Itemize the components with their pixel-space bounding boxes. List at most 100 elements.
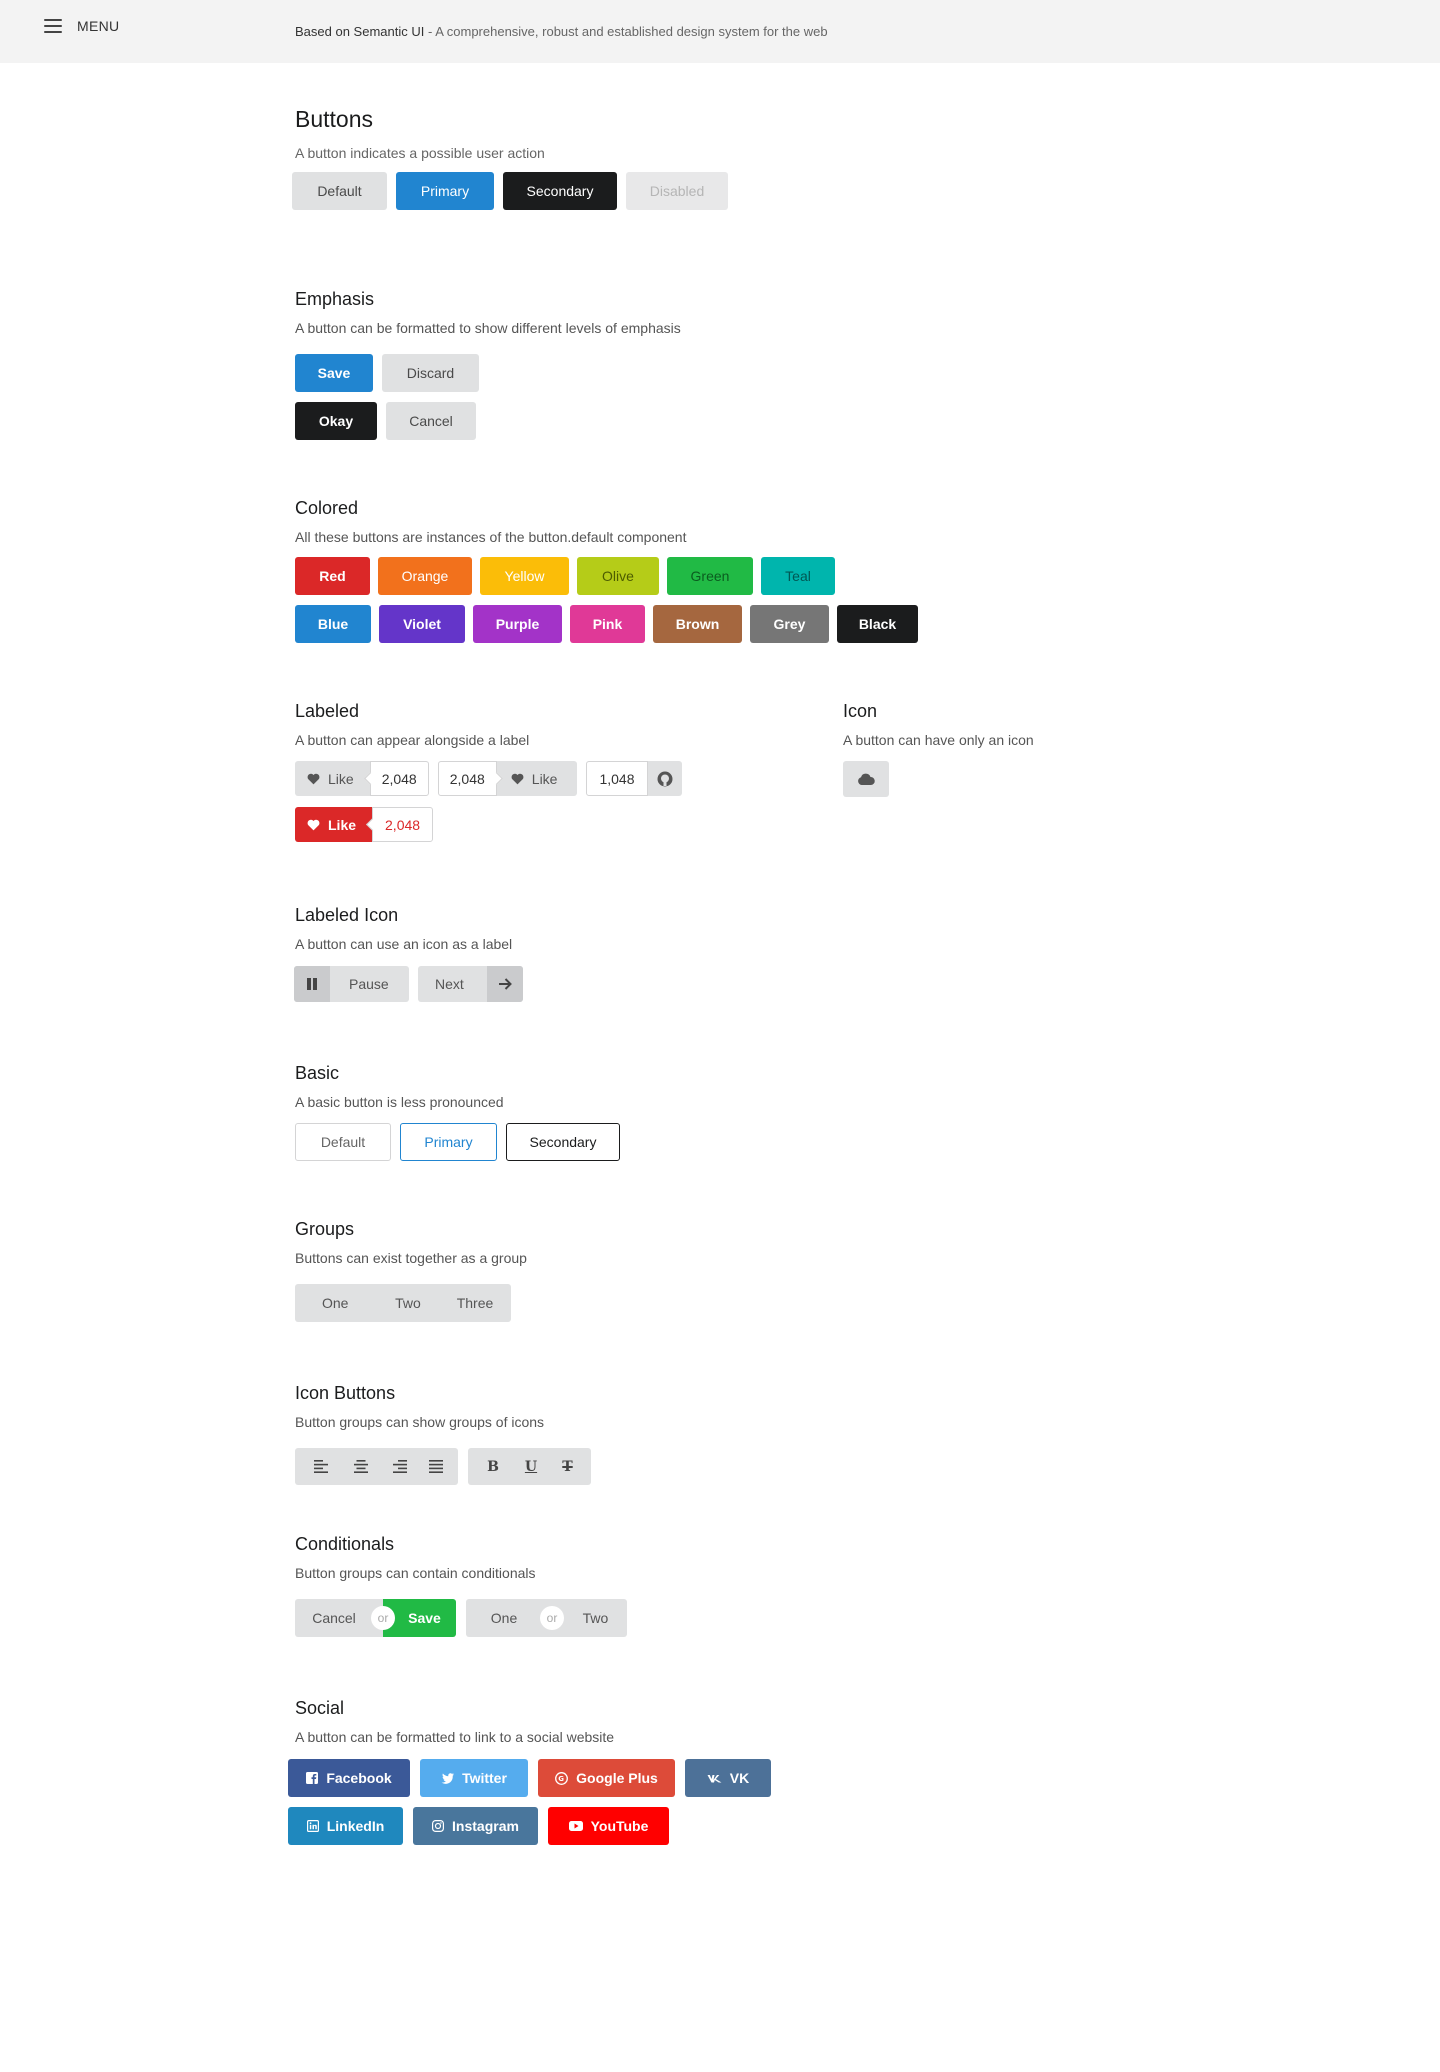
pause-button[interactable]: Pause [294, 966, 409, 1002]
basic-default-button[interactable]: Default [295, 1123, 391, 1161]
cloud-button[interactable] [843, 761, 889, 797]
section-title: Labeled [295, 701, 360, 721]
disabled-button: Disabled [626, 172, 728, 210]
orange-button[interactable]: Orange [378, 557, 472, 595]
group-button-one[interactable]: One [295, 1284, 377, 1322]
button-group: One Two Three [295, 1284, 511, 1322]
section-title: Icon Buttons [295, 1383, 396, 1403]
teal-button[interactable]: Teal [761, 557, 835, 595]
section-description: Buttons can exist together as a group [295, 1250, 527, 1266]
section-description: A button can be formatted to show differ… [295, 320, 681, 336]
instagram-button[interactable]: Instagram [413, 1807, 538, 1845]
okay-button[interactable]: Okay [295, 402, 377, 440]
youtube-icon [568, 1821, 583, 1831]
underline-button[interactable]: U [512, 1448, 550, 1485]
github-labeled-button[interactable]: 1,048 [586, 761, 682, 796]
align-justify-button[interactable] [419, 1448, 458, 1485]
like-button[interactable]: Like [295, 761, 370, 796]
section-description: Button groups can contain conditionals [295, 1565, 536, 1581]
black-button[interactable]: Black [837, 605, 918, 643]
basic-secondary-button[interactable]: Secondary [506, 1123, 620, 1161]
like-label: Like [328, 816, 357, 833]
strikethrough-button[interactable]: T [550, 1448, 591, 1485]
alignment-button-group [295, 1448, 458, 1485]
heart-icon [511, 773, 524, 784]
tagline-text: - A comprehensive, robust and establishe… [424, 24, 828, 39]
top-bar: MENU Based on Semantic UI - A comprehens… [0, 0, 1440, 63]
section-title: Groups [295, 1219, 355, 1239]
align-right-icon [392, 1460, 407, 1473]
next-button[interactable]: Next [418, 966, 523, 1002]
like-count: 2,048 [369, 761, 429, 796]
menu-button[interactable]: MENU [44, 18, 119, 34]
facebook-button[interactable]: Facebook [288, 1759, 410, 1797]
instagram-icon [432, 1820, 445, 1832]
section-title: Colored [295, 498, 359, 518]
heart-icon [307, 819, 320, 830]
like-button[interactable]: Like [496, 761, 578, 796]
left-labeled-like-button[interactable]: 2,048 Like [437, 761, 578, 796]
red-button[interactable]: Red [295, 557, 370, 595]
svg-text:G: G [558, 1775, 564, 1783]
hamburger-icon [44, 19, 62, 33]
youtube-button[interactable]: YouTube [548, 1807, 669, 1845]
next-label: Next [435, 976, 464, 992]
group-button-two[interactable]: Two [377, 1284, 439, 1322]
blue-button[interactable]: Blue [295, 605, 371, 643]
section-labeled-icon: Labeled Icon A button can use an icon as… [294, 905, 523, 1002]
purple-button[interactable]: Purple [473, 605, 562, 643]
section-title: Labeled Icon [295, 905, 399, 925]
google-plus-icon: G [555, 1771, 569, 1785]
github-button[interactable] [647, 761, 682, 796]
olive-button[interactable]: Olive [577, 557, 659, 595]
align-right-button[interactable] [380, 1448, 419, 1485]
vk-label: VK [729, 1770, 750, 1786]
vk-icon [707, 1774, 722, 1782]
section-title: Basic [295, 1063, 340, 1083]
conditional-group-one-two: One Two or [466, 1599, 627, 1637]
section-labeled: Labeled A button can appear alongside a … [295, 701, 682, 842]
twitter-button[interactable]: Twitter [420, 1759, 528, 1797]
google-plus-label: Google Plus [576, 1770, 658, 1786]
pink-button[interactable]: Pink [570, 605, 645, 643]
or-divider: or [540, 1606, 564, 1630]
section-description: A basic button is less pronounced [295, 1094, 504, 1110]
brown-button[interactable]: Brown [653, 605, 742, 643]
basic-primary-button[interactable]: Primary [400, 1123, 497, 1161]
section-icon-buttons: Icon Buttons Button groups can show grou… [295, 1383, 591, 1485]
bold-button[interactable]: B [468, 1448, 512, 1485]
group-button-three[interactable]: Three [439, 1284, 511, 1322]
section-emphasis: Emphasis A button can be formatted to sh… [295, 289, 681, 440]
secondary-button[interactable]: Secondary [503, 172, 617, 210]
cloud-icon [858, 773, 875, 785]
bold-icon: B [487, 1458, 499, 1475]
align-justify-icon [428, 1460, 443, 1473]
default-button[interactable]: Default [292, 172, 387, 210]
facebook-label: Facebook [326, 1770, 392, 1786]
cancel-button[interactable]: Cancel [386, 402, 476, 440]
align-center-button[interactable] [341, 1448, 380, 1485]
align-left-icon [314, 1460, 328, 1473]
like-button[interactable]: Like [295, 807, 373, 842]
red-like-labeled-button[interactable]: Like 2,048 [295, 807, 434, 842]
green-button[interactable]: Green [667, 557, 753, 595]
violet-button[interactable]: Violet [379, 605, 465, 643]
twitter-icon [441, 1772, 455, 1784]
linkedin-label: LinkedIn [326, 1818, 385, 1834]
tagline: Based on Semantic UI - A comprehensive, … [295, 24, 828, 39]
grey-button[interactable]: Grey [750, 605, 829, 643]
linkedin-button[interactable]: LinkedIn [288, 1807, 403, 1845]
google-plus-button[interactable]: G Google Plus [538, 1759, 675, 1797]
primary-button[interactable]: Primary [396, 172, 494, 210]
yellow-button[interactable]: Yellow [480, 557, 569, 595]
vk-button[interactable]: VK [685, 1759, 771, 1797]
discard-button[interactable]: Discard [382, 354, 479, 392]
align-left-button[interactable] [295, 1448, 341, 1485]
youtube-label: YouTube [590, 1818, 649, 1834]
cancel-button[interactable]: Cancel [295, 1599, 383, 1637]
save-button[interactable]: Save [295, 354, 373, 392]
section-title: Icon [843, 701, 878, 721]
like-labeled-button[interactable]: Like 2,048 [295, 761, 429, 796]
pause-icon [294, 966, 330, 1002]
section-description: A button can have only an icon [843, 732, 1034, 748]
